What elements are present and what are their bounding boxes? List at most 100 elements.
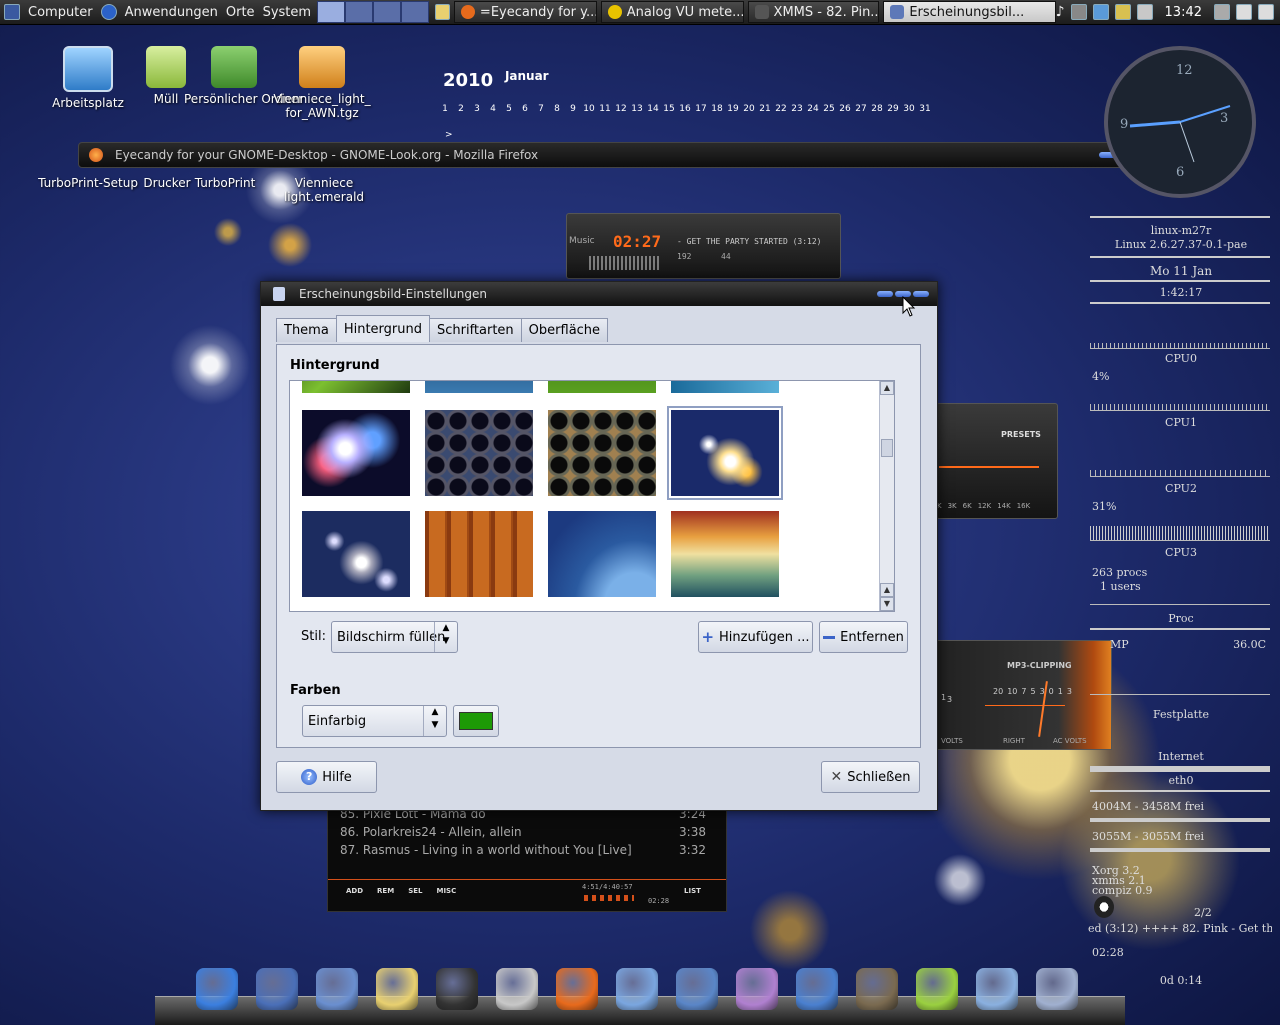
wallpaper-thumbnail[interactable] xyxy=(548,381,656,393)
style-combo[interactable]: Bildschirm füllen ▲ ▼ xyxy=(331,621,458,653)
power-tray-icon[interactable] xyxy=(1136,4,1153,20)
network-tray-icon[interactable] xyxy=(1092,4,1109,20)
desktop-icon-archive[interactable]: Vienniece_light_for_AWN.tgz xyxy=(272,46,372,120)
workspace-2[interactable] xyxy=(345,1,374,23)
calendar-day[interactable]: 9 xyxy=(565,104,581,114)
calendar-day[interactable]: 14 xyxy=(645,104,661,114)
calendar-day[interactable]: 27 xyxy=(853,104,869,114)
calendar-day[interactable]: 20 xyxy=(741,104,757,114)
notes-icon[interactable] xyxy=(435,4,450,20)
calendar-day[interactable]: 21 xyxy=(757,104,773,114)
close-button[interactable]: ✕ Schließen xyxy=(821,761,920,793)
calendar-day[interactable]: 3 xyxy=(469,104,485,114)
playlist-row[interactable]: 87. Rasmus - Living in a world without Y… xyxy=(340,843,706,857)
panel-clock[interactable]: 13:42 xyxy=(1165,5,1202,20)
calendar-day[interactable]: 15 xyxy=(661,104,677,114)
desktop-icon-computer[interactable]: Arbeitsplatz xyxy=(48,46,128,110)
workspace-3[interactable] xyxy=(373,1,402,23)
eq-presets[interactable]: PRESETS xyxy=(1001,430,1041,439)
playlist-row[interactable]: 86. Polarkreis24 - Allein, allein 3:38 xyxy=(340,825,706,839)
dialog-titlebar[interactable]: Erscheinungsbild-Einstellungen xyxy=(261,282,937,306)
logout-icon[interactable] xyxy=(1236,4,1252,20)
color-picker-button[interactable] xyxy=(453,705,499,737)
melon-icon[interactable] xyxy=(916,968,958,1010)
home-icon[interactable] xyxy=(256,968,298,1010)
mail-icon[interactable] xyxy=(316,968,358,1010)
workspace-1[interactable] xyxy=(317,1,346,23)
calendar-day[interactable]: 8 xyxy=(549,104,565,114)
wallpaper-scrollbar[interactable]: ▲ ▲ ▼ xyxy=(879,381,894,611)
screenshot-icon[interactable] xyxy=(1214,4,1230,20)
music2-icon[interactable] xyxy=(976,968,1018,1010)
calendar-day[interactable]: 6 xyxy=(517,104,533,114)
calendar-day[interactable]: 7 xyxy=(533,104,549,114)
calendar-day[interactable]: 12 xyxy=(613,104,629,114)
shutdown-icon[interactable] xyxy=(1258,4,1274,20)
tab-theme[interactable]: Thema xyxy=(276,318,337,342)
globe-icon[interactable] xyxy=(196,968,238,1010)
notes-tray-icon[interactable] xyxy=(1114,4,1131,20)
add-button[interactable]: ADD xyxy=(346,887,363,895)
calendar-next[interactable]: > xyxy=(445,130,453,140)
calendar-day[interactable]: 18 xyxy=(709,104,725,114)
music-icon[interactable] xyxy=(616,968,658,1010)
wallpaper-thumbnail[interactable] xyxy=(302,381,410,393)
misc-button[interactable]: MISC xyxy=(436,887,456,895)
calendar-day[interactable]: 11 xyxy=(597,104,613,114)
scroll-up-arrow[interactable]: ▲ xyxy=(880,381,894,395)
calendar-day[interactable]: 22 xyxy=(773,104,789,114)
office-writer-icon[interactable] xyxy=(796,968,838,1010)
firefox-window-titlebar[interactable]: Eyecandy for your GNOME-Desktop - GNOME-… xyxy=(78,142,1170,168)
firefox-icon[interactable] xyxy=(556,968,598,1010)
select-button[interactable]: SEL xyxy=(408,887,422,895)
keyboard-icon[interactable] xyxy=(496,968,538,1010)
workspace-4[interactable] xyxy=(401,1,430,23)
calendar-day[interactable]: 28 xyxy=(869,104,885,114)
desktop-icon-home[interactable]: Persönlicher Ordner xyxy=(184,46,303,106)
desktop-icon-emerald[interactable]: Vienniece light.emerald xyxy=(254,176,394,204)
add-wallpaper-button[interactable]: + Hinzufügen ... xyxy=(698,621,813,653)
minimize-button[interactable] xyxy=(877,291,893,297)
wallpaper-blue-bubbles[interactable] xyxy=(302,511,410,597)
wallpaper-blue-sparkle[interactable] xyxy=(667,406,783,500)
calendar-day[interactable]: 4 xyxy=(485,104,501,114)
transport-controls[interactable] xyxy=(584,895,634,901)
tab-background[interactable]: Hintergrund xyxy=(335,315,430,342)
trash-icon[interactable] xyxy=(1036,968,1078,1010)
scroll-thumb[interactable] xyxy=(881,439,893,457)
network-icon[interactable] xyxy=(676,968,718,1010)
wallpaper-blue-grid-holes[interactable] xyxy=(425,410,533,496)
task-xmms[interactable]: XMMS - 82. Pin... xyxy=(747,1,880,23)
list-button[interactable]: LIST xyxy=(684,887,701,895)
calendar-day[interactable]: 2 xyxy=(453,104,469,114)
calendar-day[interactable]: 16 xyxy=(677,104,693,114)
office-draw-icon[interactable] xyxy=(736,968,778,1010)
wallpaper-orange-grid-holes[interactable] xyxy=(548,410,656,496)
calendar-day[interactable]: 23 xyxy=(789,104,805,114)
menu-places[interactable]: Orte xyxy=(226,5,255,20)
task-firefox[interactable]: =Eyecandy for y... xyxy=(453,1,597,23)
remove-button[interactable]: REM xyxy=(377,887,394,895)
color-mode-combo[interactable]: Einfarbig ▲ ▼ xyxy=(302,705,447,737)
desktop-icon-printer[interactable]: Drucker xyxy=(138,176,196,190)
task-appearance[interactable]: Erscheinungsbil... xyxy=(883,1,1056,23)
calendar-day[interactable]: 31 xyxy=(917,104,933,114)
desktop-icon-turboprint[interactable]: TurboPrint xyxy=(194,176,256,190)
calendar-day[interactable]: 24 xyxy=(805,104,821,114)
wallpaper-bokeh-lights[interactable] xyxy=(302,410,410,496)
calendar-day[interactable]: 1 xyxy=(437,104,453,114)
calendar-day[interactable]: 19 xyxy=(725,104,741,114)
volume-icon[interactable]: ♪ xyxy=(1056,4,1065,20)
tab-interface[interactable]: Oberfläche xyxy=(520,318,609,342)
scroll-down-arrow[interactable]: ▲ xyxy=(880,583,894,597)
calendar-day[interactable]: 17 xyxy=(693,104,709,114)
menu-applications[interactable]: Anwendungen xyxy=(125,5,218,20)
wallpaper-colorful-grunge[interactable] xyxy=(671,511,779,597)
calendar-day[interactable]: 26 xyxy=(837,104,853,114)
scroll-down-arrow-2[interactable]: ▼ xyxy=(880,597,894,611)
calendar-day[interactable]: 30 xyxy=(901,104,917,114)
tab-fonts[interactable]: Schriftarten xyxy=(428,318,522,342)
wallpaper-blue-waves[interactable] xyxy=(548,511,656,597)
menu-computer[interactable]: Computer xyxy=(28,5,93,20)
calendar-day[interactable]: 25 xyxy=(821,104,837,114)
